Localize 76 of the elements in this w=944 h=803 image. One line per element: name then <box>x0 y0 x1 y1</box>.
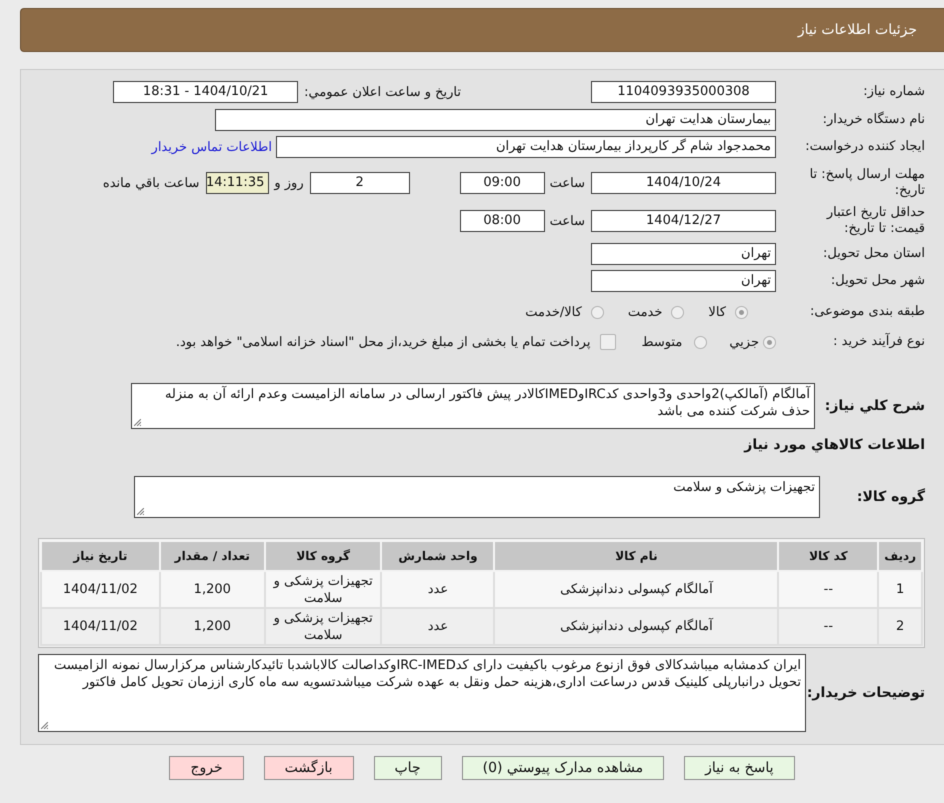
field-label: گروه کالا: <box>856 489 925 505</box>
column-header: تاریخ نیاز <box>41 541 160 571</box>
remaining-time-field[interactable]: 14:11:35 <box>206 172 270 194</box>
field-label: شهر محل تحویل: <box>830 273 925 289</box>
action-button[interactable]: بازگشت <box>264 756 354 780</box>
field-label: تاریخ و ساعت اعلان عمومي: <box>304 84 461 100</box>
days-label: روز و <box>274 176 304 190</box>
deadline-date-field[interactable]: 1404/10/24 <box>591 172 776 194</box>
action-button[interactable]: مشاهده مدارک پیوستي (0) <box>462 756 664 780</box>
column-header: نام کالا <box>494 541 778 571</box>
field-label: استان محل تحویل: <box>823 246 925 262</box>
radio-button[interactable] <box>694 336 708 348</box>
action-button[interactable]: خروج <box>169 756 244 780</box>
radio-button[interactable] <box>590 306 604 318</box>
field-label: نوع فرآیند خرید : <box>833 334 925 350</box>
table-cell: آمالگام کپسولی دندانپزشکی <box>494 571 778 608</box>
column-header: گروه کالا <box>264 541 382 571</box>
radio-button[interactable] <box>763 336 776 348</box>
radio-button[interactable] <box>671 306 684 318</box>
time-label: ساعت <box>550 214 585 228</box>
buyer-contact-link[interactable]: اطلاعات تماس خریدار <box>152 140 272 154</box>
table-cell: 1,200 <box>160 608 265 645</box>
resize-grip-icon <box>41 722 48 729</box>
checkbox-label: پرداخت تمام یا بخشی از مبلغ خرید،از محل "اسناد خزانه اسلامی" خواهد بود. <box>176 334 590 350</box>
table-cell: تجهیزات پزشکی و سلامت <box>264 571 382 608</box>
column-header: کد کالا <box>778 541 878 571</box>
action-button[interactable]: پاسخ به نیاز <box>684 756 795 780</box>
requester-field[interactable]: محمدجواد شام گر کارپرداز بیمارستان هدایت تهران <box>276 136 776 158</box>
table-cell: 1,200 <box>160 571 265 608</box>
section-heading: اطلاعات کالاهاي مورد نیاز <box>744 436 925 454</box>
table-cell: تجهیزات پزشکی و سلامت <box>264 608 382 645</box>
city-field[interactable]: تهران <box>591 270 776 292</box>
field-label: مهلت ارسال پاسخ: تا تاریخ: <box>808 167 925 199</box>
radio-label: جزيي <box>729 334 759 350</box>
radio-label: کالا <box>708 304 726 320</box>
time-label: ساعت <box>550 176 585 190</box>
column-header: تعداد / مقدار <box>160 541 265 571</box>
radio-label: کالا/خدمت <box>525 304 582 320</box>
buyer-org-field[interactable]: بیمارستان هدایت تهران <box>215 109 776 131</box>
field-label: حداقل تاریخ اعتبار قیمت: تا تاریخ: <box>825 205 925 237</box>
field-label: طبقه بندی موضوعی: <box>810 304 925 320</box>
column-header: واحد شمارش <box>381 541 494 571</box>
radio-label: متوسط <box>641 334 682 350</box>
resize-grip-icon <box>137 508 144 515</box>
table-cell: عدد <box>381 571 494 608</box>
field-label: نام دستگاه خریدار: <box>822 112 925 128</box>
radio-label: خدمت <box>628 304 662 320</box>
action-button[interactable]: چاپ <box>374 756 442 780</box>
remaining-label: ساعت باقي مانده <box>102 176 200 190</box>
field-label: توضیحات خریدار: <box>806 685 925 701</box>
table-cell: 2 <box>878 608 922 645</box>
announce-datetime-field[interactable]: 1404/10/21 - 18:31 <box>113 81 298 103</box>
description-field[interactable]: آمالگام (آمالکپ)2واحدی و3واحدی کدIRCوIMEDکالادر پیش فاکتور ارسالی در سامانه الزامیست وعدم ارائه آن به منزله حذف شرکت کننده می باشد <box>131 383 815 429</box>
field-label: شماره نیاز: <box>863 84 925 100</box>
buyer-notes-field[interactable]: ایران کدمشابه میباشدکالای فوق ازنوع مرغوب باکیفیت دارای کدIRC-IMEDوکداصالت کالاباشدبا تائیدکارشناس مرکزارسال نمونه الزامیست تحویل درانبارپلی کلینیک قدس درساعت اداری،هزینه حمل ونقل به عهده شرکت میباشدتسویه سه ماه کاری اززمان تحویل کامل فاکتور <box>38 654 806 732</box>
table-cell: آمالگام کپسولی دندانپزشکی <box>494 608 778 645</box>
field-label: ایجاد کننده درخواست: <box>805 139 925 155</box>
validity-time-field[interactable]: 08:00 <box>460 210 545 232</box>
table-cell: -- <box>778 608 878 645</box>
field-label: شرح کلي نیاز: <box>824 398 925 414</box>
table-cell: -- <box>778 571 878 608</box>
table-cell: 1404/11/02 <box>41 608 160 645</box>
goods-group-field[interactable]: تجهیزات پزشکی و سلامت <box>134 476 820 518</box>
province-field[interactable]: تهران <box>591 243 776 265</box>
table-cell: 1 <box>878 571 922 608</box>
need-number-field[interactable]: 1104093935000308 <box>591 81 776 103</box>
table-cell: عدد <box>381 608 494 645</box>
deadline-time-field[interactable]: 09:00 <box>460 172 545 194</box>
column-header: ردیف <box>878 541 922 571</box>
validity-date-field[interactable]: 1404/12/27 <box>591 210 776 232</box>
resize-grip-icon <box>134 419 141 426</box>
days-field[interactable]: 2 <box>310 172 410 194</box>
checkbox[interactable] <box>600 334 616 350</box>
radio-button[interactable] <box>735 306 748 318</box>
table-cell: 1404/11/02 <box>41 571 160 608</box>
page-title: جزئیات اطلاعات نیاز <box>798 22 917 38</box>
